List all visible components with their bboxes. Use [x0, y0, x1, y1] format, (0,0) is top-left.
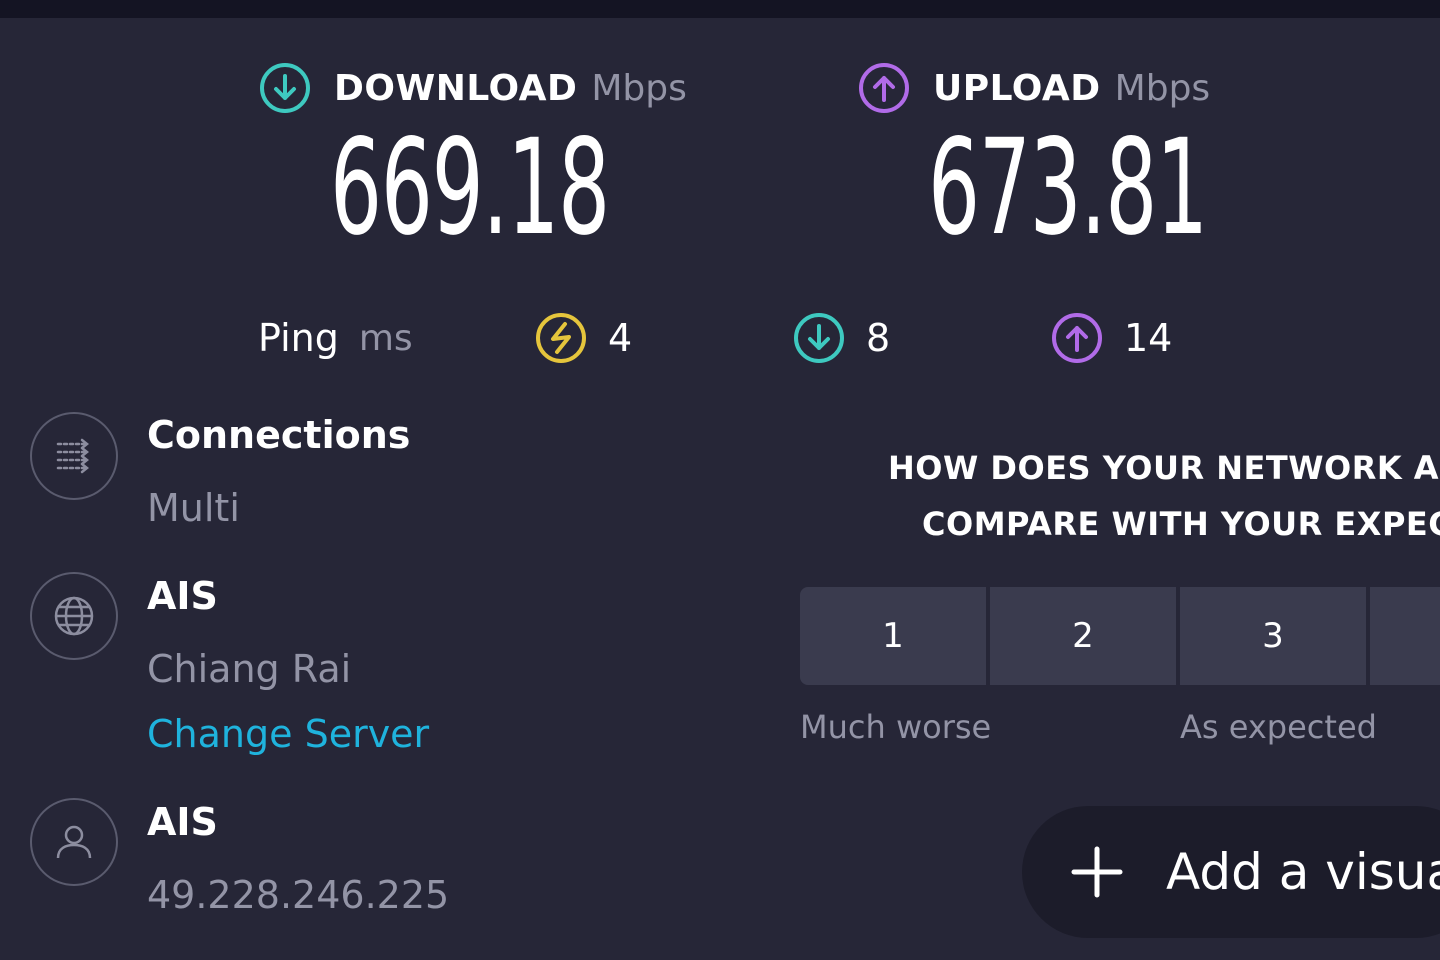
plus-icon	[1071, 846, 1123, 898]
scale-label-much-worse: Much worse	[800, 708, 992, 746]
rating-button-4-partial[interactable]	[1370, 587, 1440, 685]
connections-icon	[30, 412, 118, 500]
download-arrow-icon	[258, 61, 312, 115]
download-unit: Mbps	[591, 67, 687, 109]
ping-title: Ping	[258, 316, 339, 360]
ping-label: Ping ms	[258, 312, 413, 364]
ping-upload-value: 14	[1124, 316, 1173, 360]
ping-unit: ms	[358, 317, 413, 359]
change-server-link[interactable]: Change Server	[147, 712, 429, 756]
rating-scale: 1 2 3	[800, 587, 1440, 685]
survey-question-line2: COMPARE WITH YOUR EXPEC	[922, 505, 1440, 543]
provider-ip: 49.228.246.225	[147, 873, 450, 917]
ping-idle-icon	[536, 313, 586, 363]
server-title: AIS	[147, 574, 218, 618]
ping-idle: 4	[534, 310, 632, 366]
ping-download: 8	[792, 310, 890, 366]
connections-value: Multi	[147, 486, 240, 530]
ping-idle-value: 4	[608, 316, 633, 360]
rating-button-1[interactable]: 1	[800, 587, 986, 685]
provider-title: AIS	[147, 800, 218, 844]
globe-icon	[30, 572, 118, 660]
connections-title: Connections	[147, 413, 411, 457]
server-location: Chiang Rai	[147, 647, 352, 691]
scale-label-as-expected: As expected	[1180, 708, 1377, 746]
upload-arrow-icon	[857, 61, 911, 115]
top-bar	[0, 0, 1440, 18]
add-visual-label: Add a visua	[1166, 843, 1440, 901]
download-label: DOWNLOAD	[334, 67, 578, 109]
upload-label: UPLOAD	[933, 67, 1101, 109]
ping-download-value: 8	[866, 316, 891, 360]
rating-button-2[interactable]: 2	[990, 587, 1176, 685]
user-icon	[30, 798, 118, 886]
upload-speed-value: 673.81	[928, 111, 1208, 265]
rating-button-3[interactable]: 3	[1180, 587, 1366, 685]
survey-question-line1: HOW DOES YOUR NETWORK A	[888, 449, 1440, 487]
ping-download-icon	[794, 313, 844, 363]
add-visual-button[interactable]: Add a visua	[1022, 806, 1440, 938]
ping-upload: 14	[1050, 310, 1172, 366]
upload-unit: Mbps	[1114, 67, 1211, 109]
ping-upload-icon	[1052, 313, 1102, 363]
download-speed-value: 669.18	[330, 111, 610, 265]
